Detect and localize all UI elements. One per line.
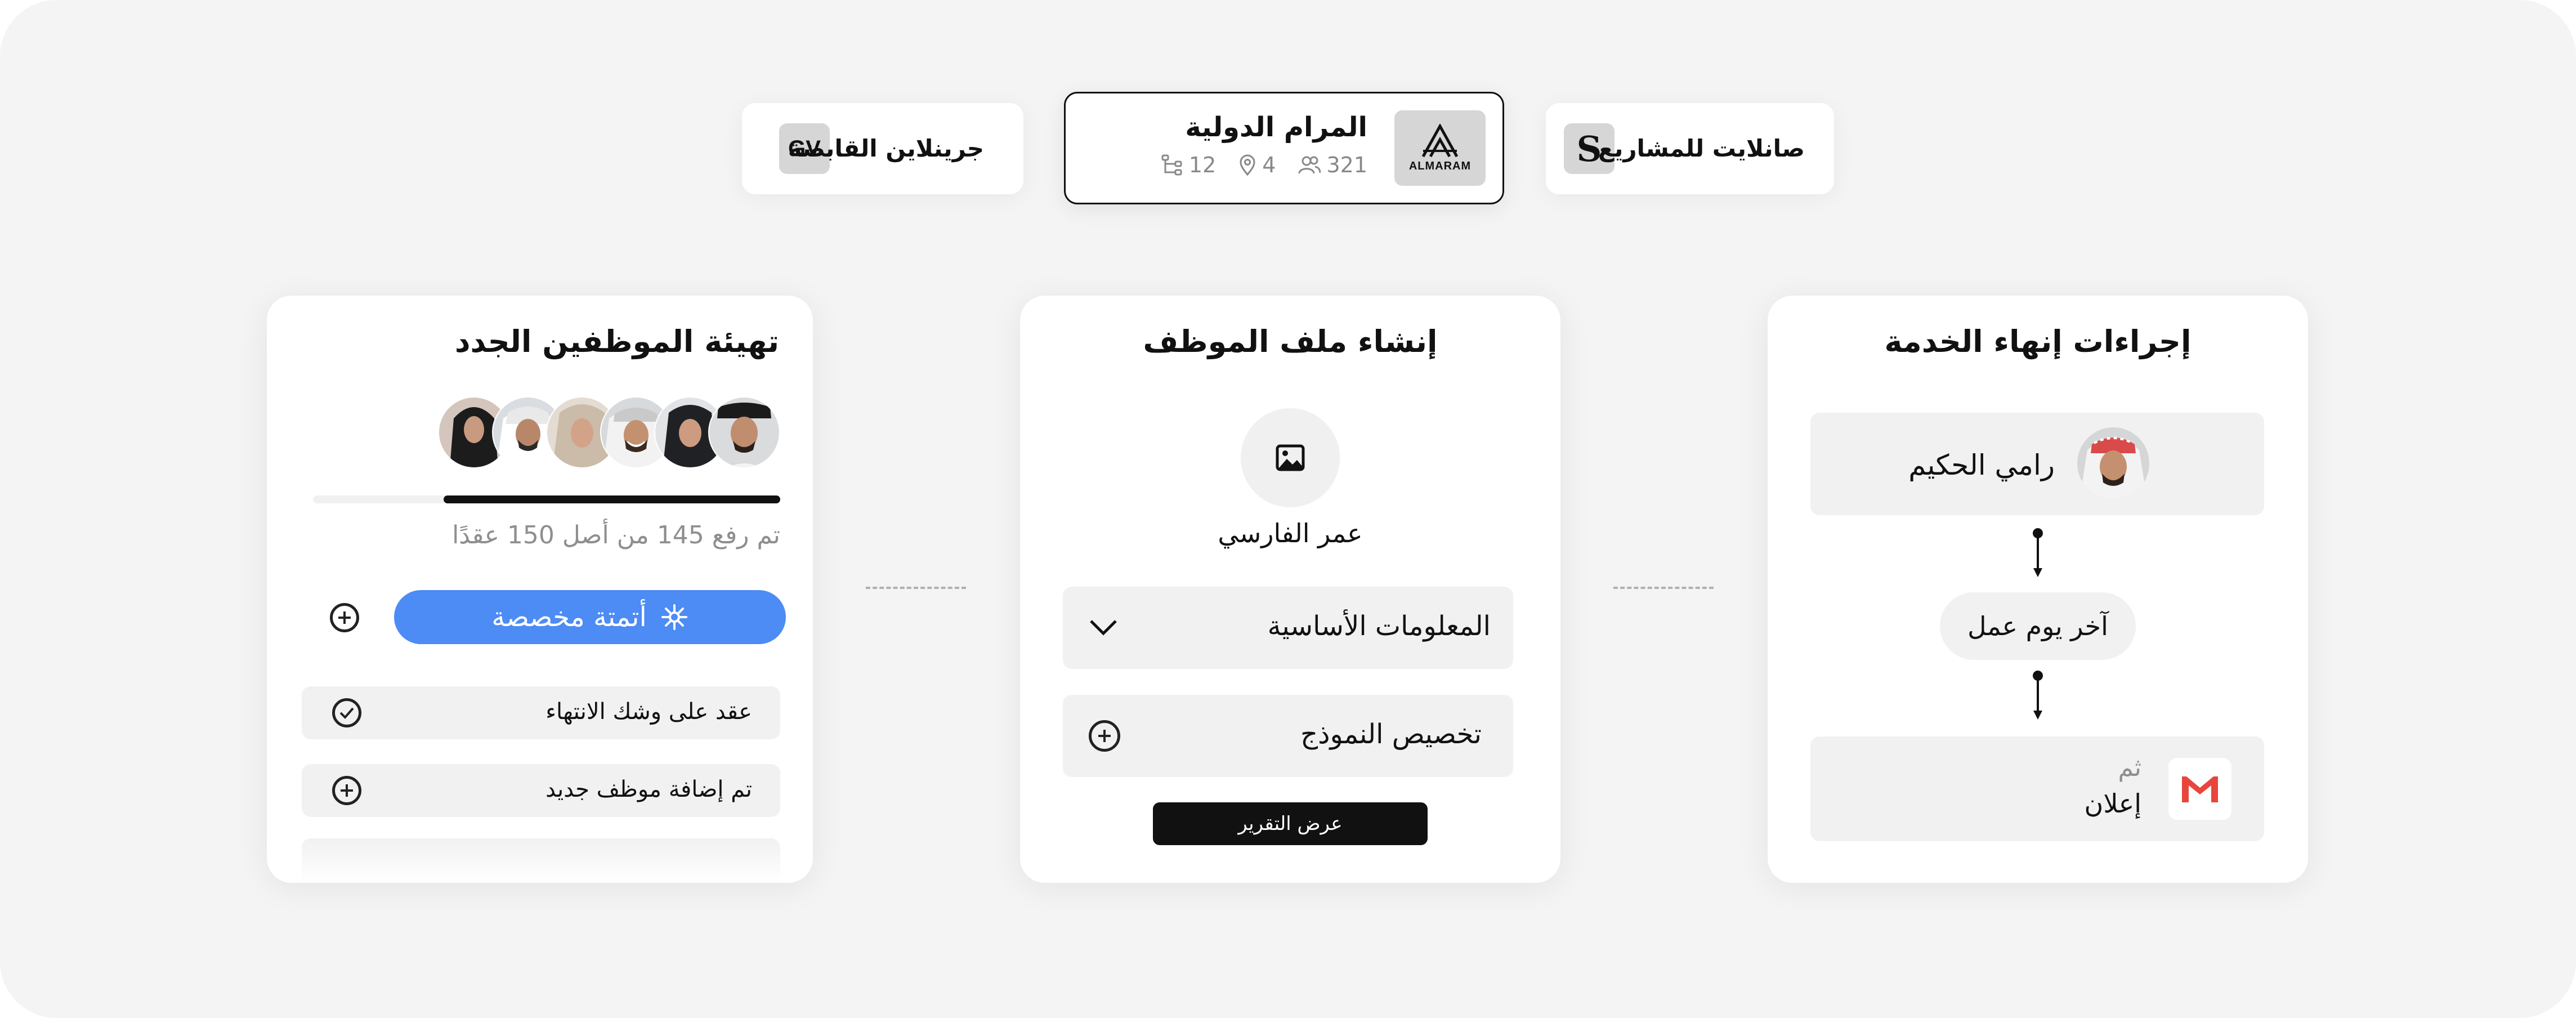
plus-circle-icon[interactable] — [330, 603, 359, 632]
profile-title: إنشاء ملف الموظف — [1143, 324, 1438, 359]
plus-circle-icon[interactable] — [1089, 720, 1120, 752]
locations-stat: 4 — [1238, 153, 1276, 177]
employees-count: 321 — [1326, 153, 1367, 177]
customize-form-label: تخصيص النموذج — [1300, 718, 1482, 750]
connector-right — [1613, 587, 1714, 589]
sparkle-icon — [661, 604, 687, 630]
profile-employee-name: عمر الفارسي — [1218, 518, 1363, 548]
greenline-name: جرينلاين القابضة — [788, 135, 984, 162]
trigger-new-employee[interactable]: تم إضافة موظف جديد — [302, 764, 780, 817]
almaram-a-mark-icon — [1421, 123, 1459, 157]
termination-title: إجراءات إنهاء الخدمة — [1884, 324, 2192, 359]
users-icon — [1298, 156, 1321, 174]
departments-stat: 12 — [1161, 153, 1216, 177]
onboarding-title: تهيئة الموظفين الجدد — [454, 324, 779, 359]
gmail-icon — [2182, 776, 2218, 802]
avatar-group — [437, 396, 780, 469]
progress-fill — [444, 495, 780, 503]
customize-form-section[interactable]: تخصيص النموذج — [1063, 695, 1513, 777]
departments-count: 12 — [1188, 153, 1217, 177]
flow-arrow-1 — [2033, 528, 2043, 577]
sunlight-name: صانلايت للمشاريع — [1598, 135, 1805, 162]
employee-chip[interactable]: رامي الحكيم — [1810, 413, 2264, 515]
org-card-almaram[interactable]: ALMARAM المرام الدولية 321 4 12 — [1064, 92, 1504, 204]
image-icon — [1276, 444, 1305, 471]
plus-circle-icon — [332, 776, 361, 805]
custom-automation-button[interactable]: أتمتة مخصصة — [394, 590, 786, 644]
almaram-stats: 321 4 12 — [1161, 153, 1367, 177]
employees-stat: 321 — [1298, 153, 1367, 177]
org-card-greenline[interactable]: GV جرينلاين القابضة — [742, 103, 1023, 194]
trigger-label: تم إضافة موظف جديد — [545, 776, 752, 802]
chevron-down-icon — [1090, 620, 1117, 636]
profile-card: إنشاء ملف الموظف عمر الفارسي المعلومات ا… — [1020, 296, 1560, 883]
termination-employee-name: رامي الحكيم — [1908, 449, 2055, 481]
locations-count: 4 — [1262, 153, 1276, 177]
trigger-contract-expiring[interactable]: عقد على وشك الانتهاء — [302, 686, 780, 739]
view-report-label: عرض التقرير — [1238, 812, 1343, 835]
almaram-logo: ALMARAM — [1394, 110, 1486, 186]
profile-photo-placeholder[interactable] — [1241, 408, 1340, 507]
avatar-stack — [438, 396, 780, 469]
almaram-logo-text: ALMARAM — [1408, 159, 1472, 172]
basic-info-label: المعلومات الأساسية — [1267, 610, 1491, 642]
termination-card: إجراءات إنهاء الخدمة رامي الحكيم آخر يوم… — [1768, 296, 2308, 883]
location-pin-icon — [1240, 154, 1255, 176]
connector-left — [866, 587, 966, 589]
gmail-icon-tile — [2168, 758, 2231, 820]
basic-info-section[interactable]: المعلومات الأساسية — [1063, 587, 1513, 669]
almaram-name: المرام الدولية — [1185, 111, 1367, 143]
progress-track — [313, 495, 780, 503]
custom-automation-label: أتمتة مخصصة — [491, 601, 647, 633]
flow-arrow-2 — [2033, 671, 2043, 720]
then-label: ثم — [2118, 753, 2141, 782]
last-day-label: آخر يوم عمل — [1967, 611, 2108, 641]
hierarchy-icon — [1161, 154, 1182, 176]
announcement-step[interactable]: ثم إعلان — [1810, 736, 2264, 841]
announcement-label: إعلان — [2084, 788, 2141, 819]
last-day-step[interactable]: آخر يوم عمل — [1940, 592, 2136, 660]
view-report-button[interactable]: عرض التقرير — [1153, 802, 1428, 845]
avatar[interactable] — [707, 396, 780, 469]
progress-text: تم رفع 145 من أصل 150 عقدًا — [452, 521, 780, 550]
trigger-label: عقد على وشك الانتهاء — [545, 699, 752, 725]
check-circle-icon — [332, 698, 361, 727]
onboarding-card: تهيئة الموظفين الجدد تم رفع 145 من أصل 1… — [267, 296, 813, 883]
org-card-sunlight[interactable]: S صانلايت للمشاريع — [1546, 103, 1834, 194]
trigger-placeholder-faded — [302, 838, 780, 883]
avatar — [2077, 427, 2149, 499]
